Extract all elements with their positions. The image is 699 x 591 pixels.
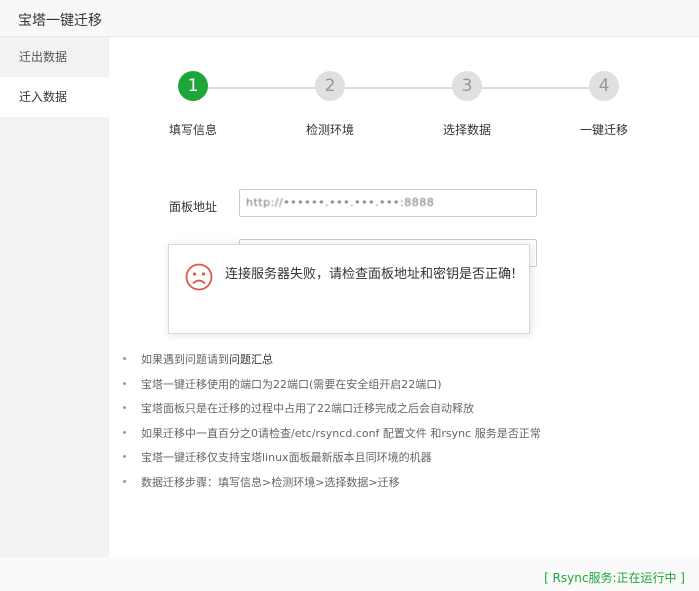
step-label: 选择数据: [442, 123, 491, 137]
step-fill-info: 1 填写信息: [143, 71, 243, 138]
window-titlebar: 宝塔一键迁移: [0, 0, 699, 37]
problem-summary-link[interactable]: 问题汇总: [229, 353, 273, 366]
list-item: 宝塔一键迁移使用的端口为22端口(需要在安全组开启22端口): [123, 376, 541, 401]
list-item: 宝塔一键迁移仅支持宝塔linux面板最新版本且同环境的机器: [123, 449, 541, 474]
error-message: 连接服务器失败，请检查面板地址和密钥是否正确!: [225, 267, 517, 282]
rsync-status-text: [ Rsync服务:正在运行中 ]: [544, 571, 685, 585]
steps-progress-line: [206, 87, 606, 89]
step-select-data: 3 选择数据: [417, 71, 517, 138]
panel-address-value: http://••••••.•••.•••.•••:8888: [246, 196, 435, 209]
sidebar: 迁出数据 迁入数据: [0, 37, 109, 557]
window-title: 宝塔一键迁移: [18, 13, 102, 29]
step-one-click-migrate: 4 一键迁移: [554, 71, 654, 138]
step-number-badge: 2: [315, 71, 345, 101]
step-number-badge: 1: [178, 71, 208, 101]
sidebar-item-export-data[interactable]: 迁出数据: [0, 37, 109, 77]
tip-text: 如果遇到问题请到: [141, 353, 229, 366]
step-number-badge: 3: [452, 71, 482, 101]
tips-list: 如果遇到问题请到问题汇总 宝塔一键迁移使用的端口为22端口(需要在安全组开启22…: [123, 351, 541, 498]
step-label: 一键迁移: [579, 123, 628, 137]
step-check-env: 2 检测环境: [280, 71, 380, 138]
status-bar: [ Rsync服务:正在运行中 ]: [0, 557, 699, 591]
step-label: 填写信息: [168, 123, 217, 137]
list-item: 如果迁移中一直百分之0请检查/etc/rsyncd.conf 配置文件 和rsy…: [123, 425, 541, 450]
sidebar-item-label: 迁入数据: [19, 90, 68, 104]
panel-address-label: 面板地址: [169, 200, 218, 214]
sidebar-item-label: 迁出数据: [19, 50, 68, 64]
list-item: 宝塔面板只是在迁移的过程中占用了22端口迁移完成之后会自动释放: [123, 400, 541, 425]
sad-face-icon: [185, 263, 213, 291]
step-number-badge: 4: [589, 71, 619, 101]
step-label: 检测环境: [305, 123, 354, 137]
error-dialog: 连接服务器失败，请检查面板地址和密钥是否正确!: [168, 244, 530, 334]
sidebar-item-import-data[interactable]: 迁入数据: [0, 77, 109, 117]
list-item: 数据迁移步骤：填写信息>检测环境>选择数据>迁移: [123, 474, 541, 499]
main-panel: 1 填写信息 2 检测环境 3 选择数据 4 一键迁移 面板地址 http://…: [109, 37, 699, 557]
panel-address-input[interactable]: http://••••••.•••.•••.•••:8888: [239, 189, 537, 217]
list-item: 如果遇到问题请到问题汇总: [123, 351, 541, 376]
